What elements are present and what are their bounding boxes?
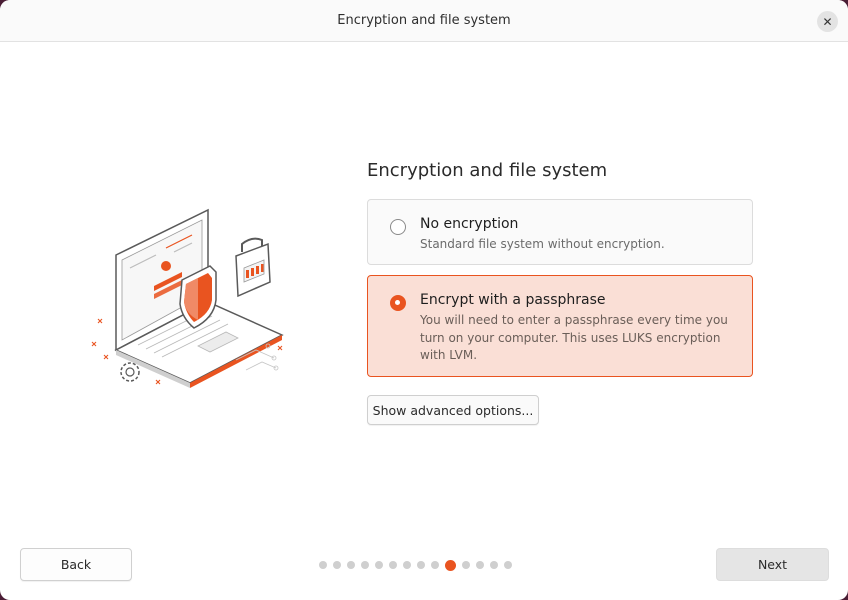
step-dot bbox=[361, 561, 369, 569]
radio-encrypt-passphrase[interactable] bbox=[390, 295, 406, 311]
option-encrypt-passphrase[interactable]: Encrypt with a passphrase You will need … bbox=[367, 275, 753, 377]
radio-no-encryption[interactable] bbox=[390, 219, 406, 235]
page-heading: Encryption and file system bbox=[367, 160, 608, 181]
option-description: Standard file system without encryption. bbox=[420, 237, 665, 251]
step-dot bbox=[490, 561, 498, 569]
titlebar: Encryption and file system ✕ bbox=[0, 0, 848, 42]
close-icon: ✕ bbox=[822, 14, 833, 29]
step-dot bbox=[319, 561, 327, 569]
option-label: Encrypt with a passphrase bbox=[420, 292, 606, 308]
step-dot bbox=[333, 561, 341, 569]
step-dot bbox=[389, 561, 397, 569]
next-button[interactable]: Next bbox=[716, 548, 829, 581]
installer-window: Encryption and file system ✕ Encryption … bbox=[0, 0, 848, 600]
option-description: You will need to enter a passphrase ever… bbox=[420, 313, 728, 362]
step-dot bbox=[417, 561, 425, 569]
close-button[interactable]: ✕ bbox=[817, 11, 838, 32]
window-title: Encryption and file system bbox=[337, 13, 511, 28]
step-dot bbox=[403, 561, 411, 569]
back-button[interactable]: Back bbox=[20, 548, 132, 581]
step-dot bbox=[347, 561, 355, 569]
step-dot bbox=[375, 561, 383, 569]
step-dot bbox=[476, 561, 484, 569]
option-no-encryption[interactable]: No encryption Standard file system witho… bbox=[367, 199, 753, 265]
show-advanced-options-button[interactable]: Show advanced options... bbox=[367, 395, 539, 425]
step-dot bbox=[462, 561, 470, 569]
step-dot bbox=[431, 561, 439, 569]
step-dot bbox=[504, 561, 512, 569]
laptop-shield-lock-illustration bbox=[91, 208, 284, 388]
step-indicator bbox=[319, 559, 512, 571]
option-label: No encryption bbox=[420, 216, 519, 232]
step-dot-active bbox=[445, 559, 456, 571]
